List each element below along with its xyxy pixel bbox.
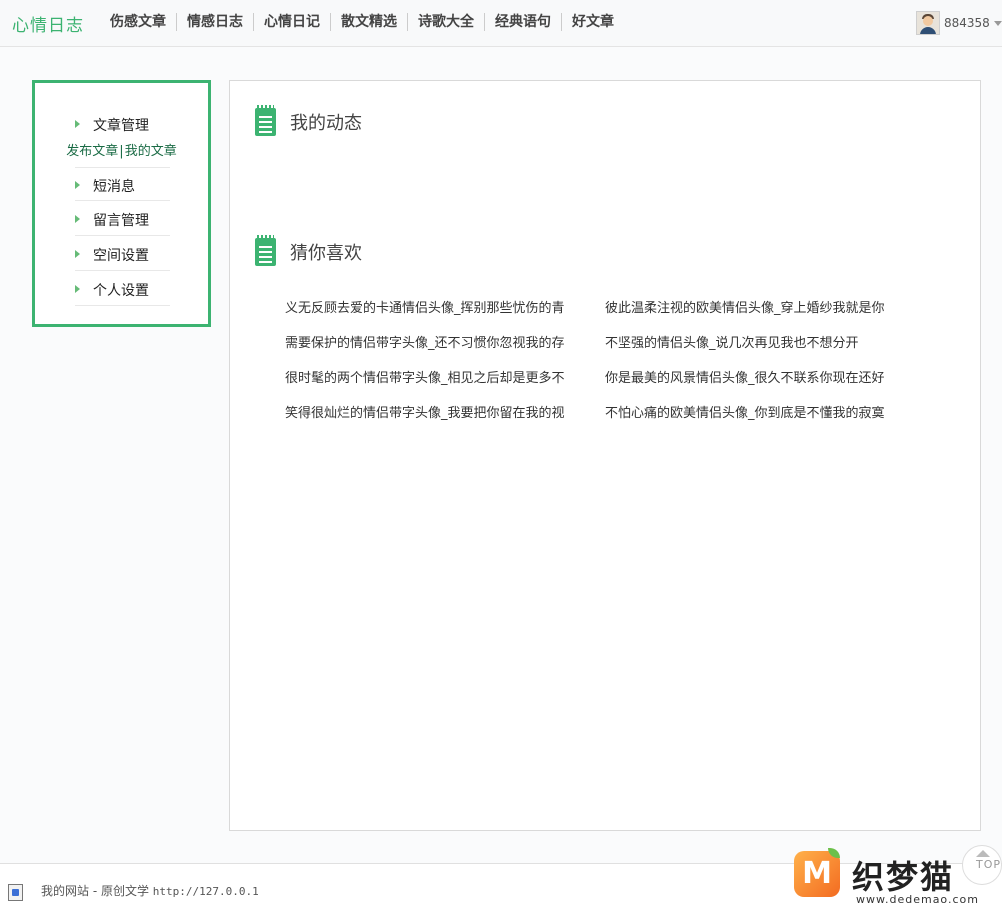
sublink-separator: | bbox=[119, 144, 124, 159]
nav-item-mood-diary[interactable]: 心情日记 bbox=[254, 13, 331, 31]
list-item[interactable]: 不坚强的情侣头像_说几次再见我也不想分开 bbox=[605, 332, 907, 351]
publish-article-link[interactable]: 发布文章 bbox=[66, 144, 118, 159]
chevron-down-icon[interactable] bbox=[993, 20, 1002, 26]
footer-text: 我的网站 - 原创文学 http://127.0.0.1 bbox=[41, 882, 259, 899]
sidebar-item-label: 文章管理 bbox=[93, 118, 149, 134]
watermark: M 织梦猫 www.dedemao.com bbox=[790, 848, 1002, 908]
list-item[interactable]: 需要保护的情侣带字头像_还不习惯你忽视我的存 bbox=[285, 332, 587, 351]
main-nav: 伤感文章 情感日志 心情日记 散文精选 诗歌大全 经典语句 好文章 bbox=[110, 13, 624, 31]
site-logo[interactable]: 心情日志 bbox=[12, 11, 84, 36]
username[interactable]: 884358 bbox=[944, 16, 990, 30]
sidebar-item-label: 个人设置 bbox=[93, 283, 149, 299]
top-header: 心情日志 伤感文章 情感日志 心情日记 散文精选 诗歌大全 经典语句 好文章 8… bbox=[0, 0, 1002, 47]
watermark-url: www.dedemao.com bbox=[856, 893, 979, 906]
sidebar-item-comments[interactable]: 留言管理 bbox=[75, 202, 170, 236]
article-sublinks: 发布文章|我的文章 bbox=[35, 140, 208, 159]
list-item[interactable]: 你是最美的风景情侣头像_很久不联系你现在还好 bbox=[605, 367, 907, 386]
list-item[interactable]: 义无反顾去爱的卡通情侣头像_挥别那些忧伤的青 bbox=[285, 297, 587, 316]
activity-section-title: 我的动态 bbox=[255, 105, 362, 136]
nav-item-classic-quotes[interactable]: 经典语句 bbox=[485, 13, 562, 31]
triangle-right-icon bbox=[75, 181, 80, 189]
sidebar-item-messages[interactable]: 短消息 bbox=[75, 167, 170, 201]
triangle-right-icon bbox=[75, 285, 80, 293]
footer-site-name: 我的网站 - 原创文学 bbox=[41, 884, 149, 898]
activity-heading: 我的动态 bbox=[290, 113, 362, 134]
main-content: 我的动态 猜你喜欢 义无反顾去爱的卡通情侣头像_挥别那些忧伤的青 彼此温柔注视的… bbox=[229, 80, 981, 831]
watermark-name: 织梦猫 bbox=[852, 858, 955, 896]
list-item[interactable]: 彼此温柔注视的欧美情侣头像_穿上婚纱我就是你 bbox=[605, 297, 907, 316]
page-icon bbox=[8, 884, 23, 901]
nav-item-emotion-logs[interactable]: 情感日志 bbox=[177, 13, 254, 31]
my-articles-link[interactable]: 我的文章 bbox=[125, 144, 177, 159]
sidebar-item-label: 短消息 bbox=[93, 179, 135, 195]
nav-item-prose[interactable]: 散文精选 bbox=[331, 13, 408, 31]
sidebar-item-personal-settings[interactable]: 个人设置 bbox=[75, 272, 170, 306]
triangle-right-icon bbox=[75, 250, 80, 258]
nav-item-good-articles[interactable]: 好文章 bbox=[562, 13, 624, 31]
watermark-logo-icon: M bbox=[794, 851, 840, 897]
sidebar-item-label: 留言管理 bbox=[93, 213, 149, 229]
footer-url: http://127.0.0.1 bbox=[152, 885, 259, 898]
sidebar-item-label: 空间设置 bbox=[93, 248, 149, 264]
nav-item-sad-articles[interactable]: 伤感文章 bbox=[110, 13, 177, 31]
nav-item-poetry[interactable]: 诗歌大全 bbox=[408, 13, 485, 31]
triangle-right-icon bbox=[75, 215, 80, 223]
sidebar-item-space-settings[interactable]: 空间设置 bbox=[75, 237, 170, 271]
sidebar-item-article-manage[interactable]: 文章管理 bbox=[75, 107, 170, 141]
list-item[interactable]: 笑得很灿烂的情侣带字头像_我要把你留在我的视 bbox=[285, 402, 587, 421]
sidebar: 文章管理 发布文章|我的文章 短消息 留言管理 空间设置 个人设置 bbox=[32, 80, 211, 327]
guess-section-title: 猜你喜欢 bbox=[255, 235, 362, 266]
user-menu[interactable]: 884358 bbox=[916, 11, 1002, 35]
notepad-icon bbox=[255, 105, 276, 136]
list-item[interactable]: 不怕心痛的欧美情侣头像_你到底是不懂我的寂寞 bbox=[605, 402, 907, 421]
triangle-right-icon bbox=[75, 120, 80, 128]
avatar[interactable] bbox=[916, 11, 940, 35]
notepad-icon bbox=[255, 235, 276, 266]
list-item[interactable]: 很时髦的两个情侣带字头像_相见之后却是更多不 bbox=[285, 367, 587, 386]
guess-heading: 猜你喜欢 bbox=[290, 243, 362, 264]
